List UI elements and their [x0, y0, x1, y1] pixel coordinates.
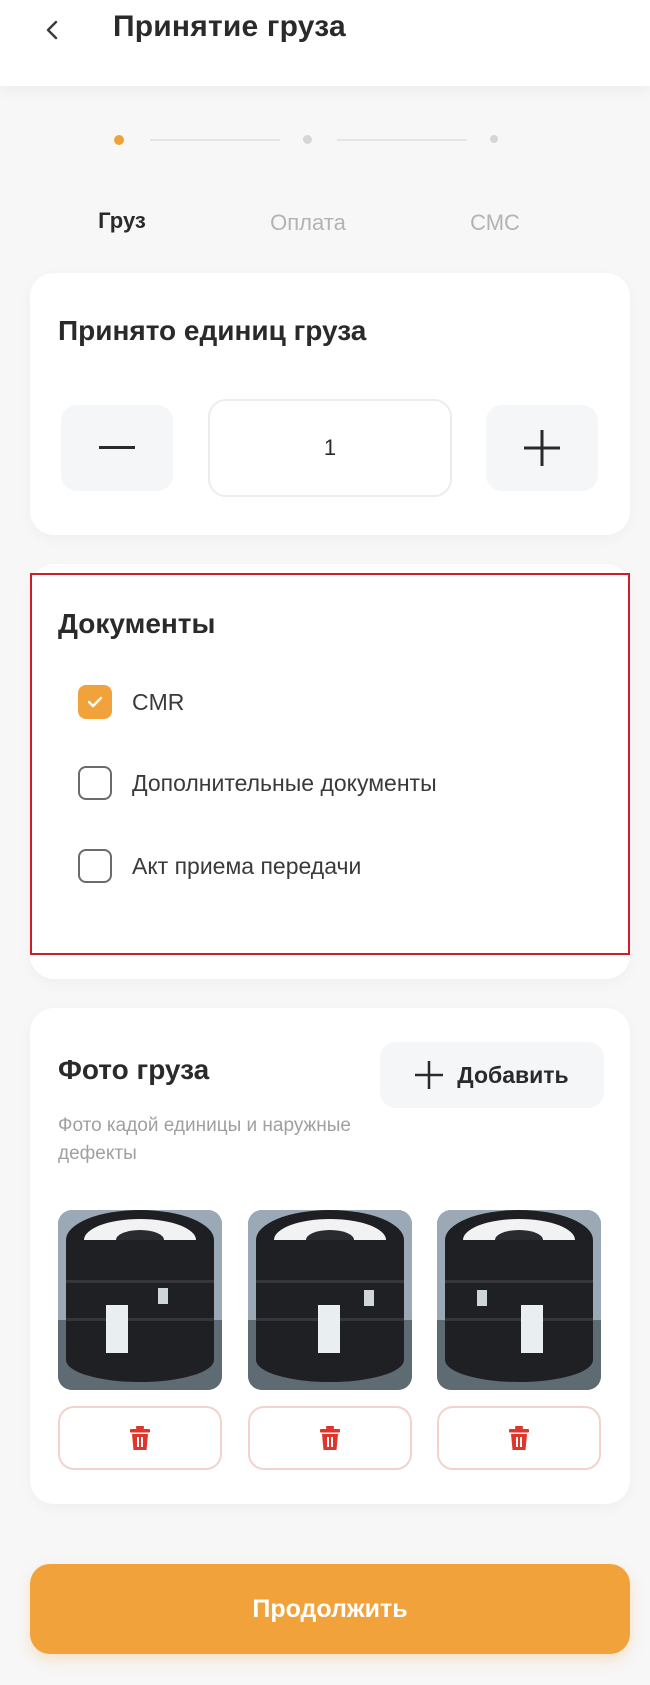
increment-button[interactable]: [486, 405, 598, 491]
tab-payment[interactable]: Оплата: [270, 210, 346, 236]
step-dot-cargo: [114, 135, 124, 145]
add-photo-label: Добавить: [457, 1061, 569, 1088]
app-header: Принятие груза: [0, 0, 650, 86]
step-connector: [150, 139, 280, 141]
document-label: Дополнительные документы: [132, 769, 437, 796]
cargo-photo[interactable]: [437, 1210, 601, 1390]
trash-icon: [130, 1426, 150, 1450]
plus-icon: [415, 1061, 444, 1089]
back-button[interactable]: [30, 8, 74, 52]
check-icon: [87, 696, 103, 708]
step-dot-payment: [303, 135, 312, 144]
cargo-photo[interactable]: [58, 1210, 222, 1390]
checkbox-transfer-act[interactable]: [78, 849, 112, 883]
document-label: CMR: [132, 688, 185, 715]
document-cmr-row[interactable]: CMR: [78, 680, 184, 724]
document-act-row[interactable]: Акт приема передачи: [78, 844, 361, 888]
cargo-photo-image: [437, 1210, 601, 1390]
page-title: Принятие груза: [113, 10, 346, 43]
cargo-photo-image: [248, 1210, 412, 1390]
progress-stepper: Груз Оплата СМС: [0, 130, 650, 250]
checkbox-cmr[interactable]: [78, 685, 112, 719]
step-connector: [337, 139, 467, 141]
checkbox-additional-documents[interactable]: [78, 766, 112, 800]
photos-subtitle: Фото кадой единицы и наружные дефекты: [58, 1115, 351, 1164]
photos-title: Фото груза: [58, 1054, 210, 1085]
documents-title: Документы: [58, 608, 216, 639]
delete-photo-button[interactable]: [58, 1406, 222, 1470]
plus-icon: [524, 430, 560, 466]
photos-card: Фото груза Добавить Фото кадой единицы и…: [30, 1008, 630, 1504]
trash-icon: [509, 1426, 529, 1450]
step-dot-sms: [490, 135, 498, 143]
decrement-button[interactable]: [61, 405, 173, 491]
document-additional-row[interactable]: Дополнительные документы: [78, 761, 437, 805]
units-title: Принято единиц груза: [58, 315, 367, 346]
quantity-input[interactable]: [208, 399, 452, 497]
cargo-photo-image: [58, 1210, 222, 1390]
units-card: Принято единиц груза: [30, 273, 630, 535]
chevron-left-icon: [46, 20, 58, 40]
minus-icon: [99, 446, 135, 449]
tab-cargo[interactable]: Груз: [98, 208, 146, 234]
documents-card: Документы CMR Дополнительные документы А…: [30, 564, 630, 979]
trash-icon: [320, 1426, 340, 1450]
continue-button[interactable]: Продолжить: [30, 1564, 630, 1654]
cargo-photo[interactable]: [248, 1210, 412, 1390]
document-label: Акт приема передачи: [132, 852, 362, 879]
delete-photo-button[interactable]: [437, 1406, 601, 1470]
add-photo-button[interactable]: Добавить: [380, 1042, 604, 1108]
delete-photo-button[interactable]: [248, 1406, 412, 1470]
tab-sms[interactable]: СМС: [470, 210, 520, 236]
